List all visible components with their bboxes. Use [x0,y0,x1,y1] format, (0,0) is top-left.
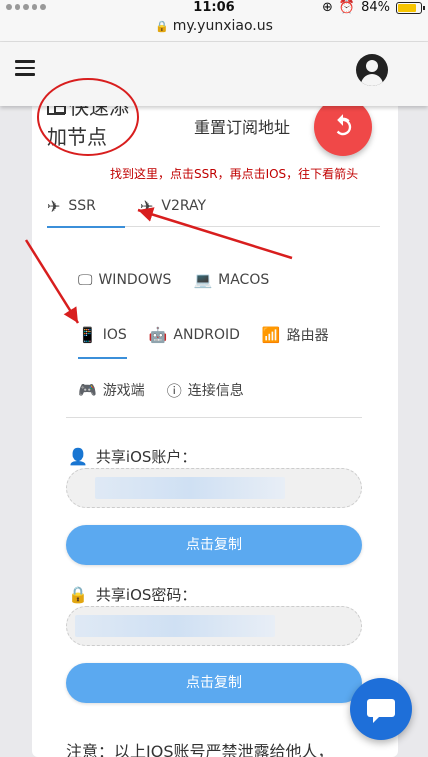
url-bar[interactable]: 🔒 my.yunxiao.us [0,18,428,42]
tab-macos[interactable]: 💻 MACOS [193,260,269,300]
alarm-icon: ⏰ [338,0,356,15]
gamepad-icon: 🎮 [78,381,97,399]
password-label: 🔒 共享iOS密码： [68,585,197,604]
reset-subscription-link[interactable]: 重置订阅地址 [194,114,290,138]
url-text: my.yunxiao.us [172,18,273,34]
password-field[interactable] [66,606,362,646]
tab-router[interactable]: 📶 路由器 [262,315,329,355]
lock-icon: 🔒 [68,585,88,604]
battery-percent: 84% [361,0,390,15]
laptop-icon: 💻 [193,271,213,289]
copy-password-button[interactable]: 点击复制 [66,663,362,703]
account-field[interactable] [66,468,362,508]
chat-bubble-icon [367,699,395,723]
platform-row-1: 🖵 WINDOWS 💻 MACOS [78,260,291,300]
status-bar: 11:06 ⊕ ⏰ 84% [0,0,428,18]
battery-icon [396,1,425,14]
platform-row-2: 📱 IOS 🤖 ANDROID 📶 路由器 [78,315,351,359]
info-icon: ⓘ [166,381,182,400]
notice-text: 注意：以上IOS账号严禁泄露给他人， [66,742,334,757]
account-label: 👤 共享iOS账户： [68,447,197,466]
refresh-icon [336,114,352,136]
tab-v2ray[interactable]: ✈ V2RAY [140,185,206,227]
divider [66,417,362,418]
app-header [0,42,428,106]
account-circle-icon[interactable] [356,54,388,86]
tab-android[interactable]: 🤖 ANDROID [149,315,240,355]
tab-gaming[interactable]: 🎮 游戏端 [78,370,145,410]
tab-connection-info[interactable]: ⓘ 连接信息 [167,370,244,410]
lock-icon: 🔒 [155,20,169,33]
android-icon: 🤖 [148,326,168,344]
redacted-account [95,477,285,499]
tab-windows[interactable]: 🖵 WINDOWS [78,260,171,300]
flight-land-icon: ✈ [140,196,154,216]
tab-ssr[interactable]: ✈ SSR [47,185,125,228]
hamburger-menu-icon[interactable] [15,60,35,76]
account-box-icon: 👤 [68,447,88,466]
tab-ios[interactable]: 📱 IOS [78,315,127,359]
chat-button[interactable] [350,678,412,740]
refresh-button[interactable] [314,98,372,156]
desktop-icon: 🖵 [78,271,93,289]
copy-account-button[interactable]: 点击复制 [66,525,362,565]
add-node-card: 快速添加节点 重置订阅地址 找到这里，点击SSR，再点击IOS，往下看箭头 ✈ S… [32,50,398,757]
protocol-tabs: ✈ SSR ✈ V2RAY [47,185,380,228]
airplane-icon: ✈ [47,196,61,216]
rotation-lock-icon: ⊕ [322,0,333,15]
platform-row-3: 🎮 游戏端 ⓘ 连接信息 [78,370,266,410]
redacted-password [75,615,275,637]
annotation-hint: 找到这里，点击SSR，再点击IOS，往下看箭头 [110,167,359,181]
mobile-icon: 📱 [78,326,97,344]
router-icon: 📶 [261,326,281,344]
